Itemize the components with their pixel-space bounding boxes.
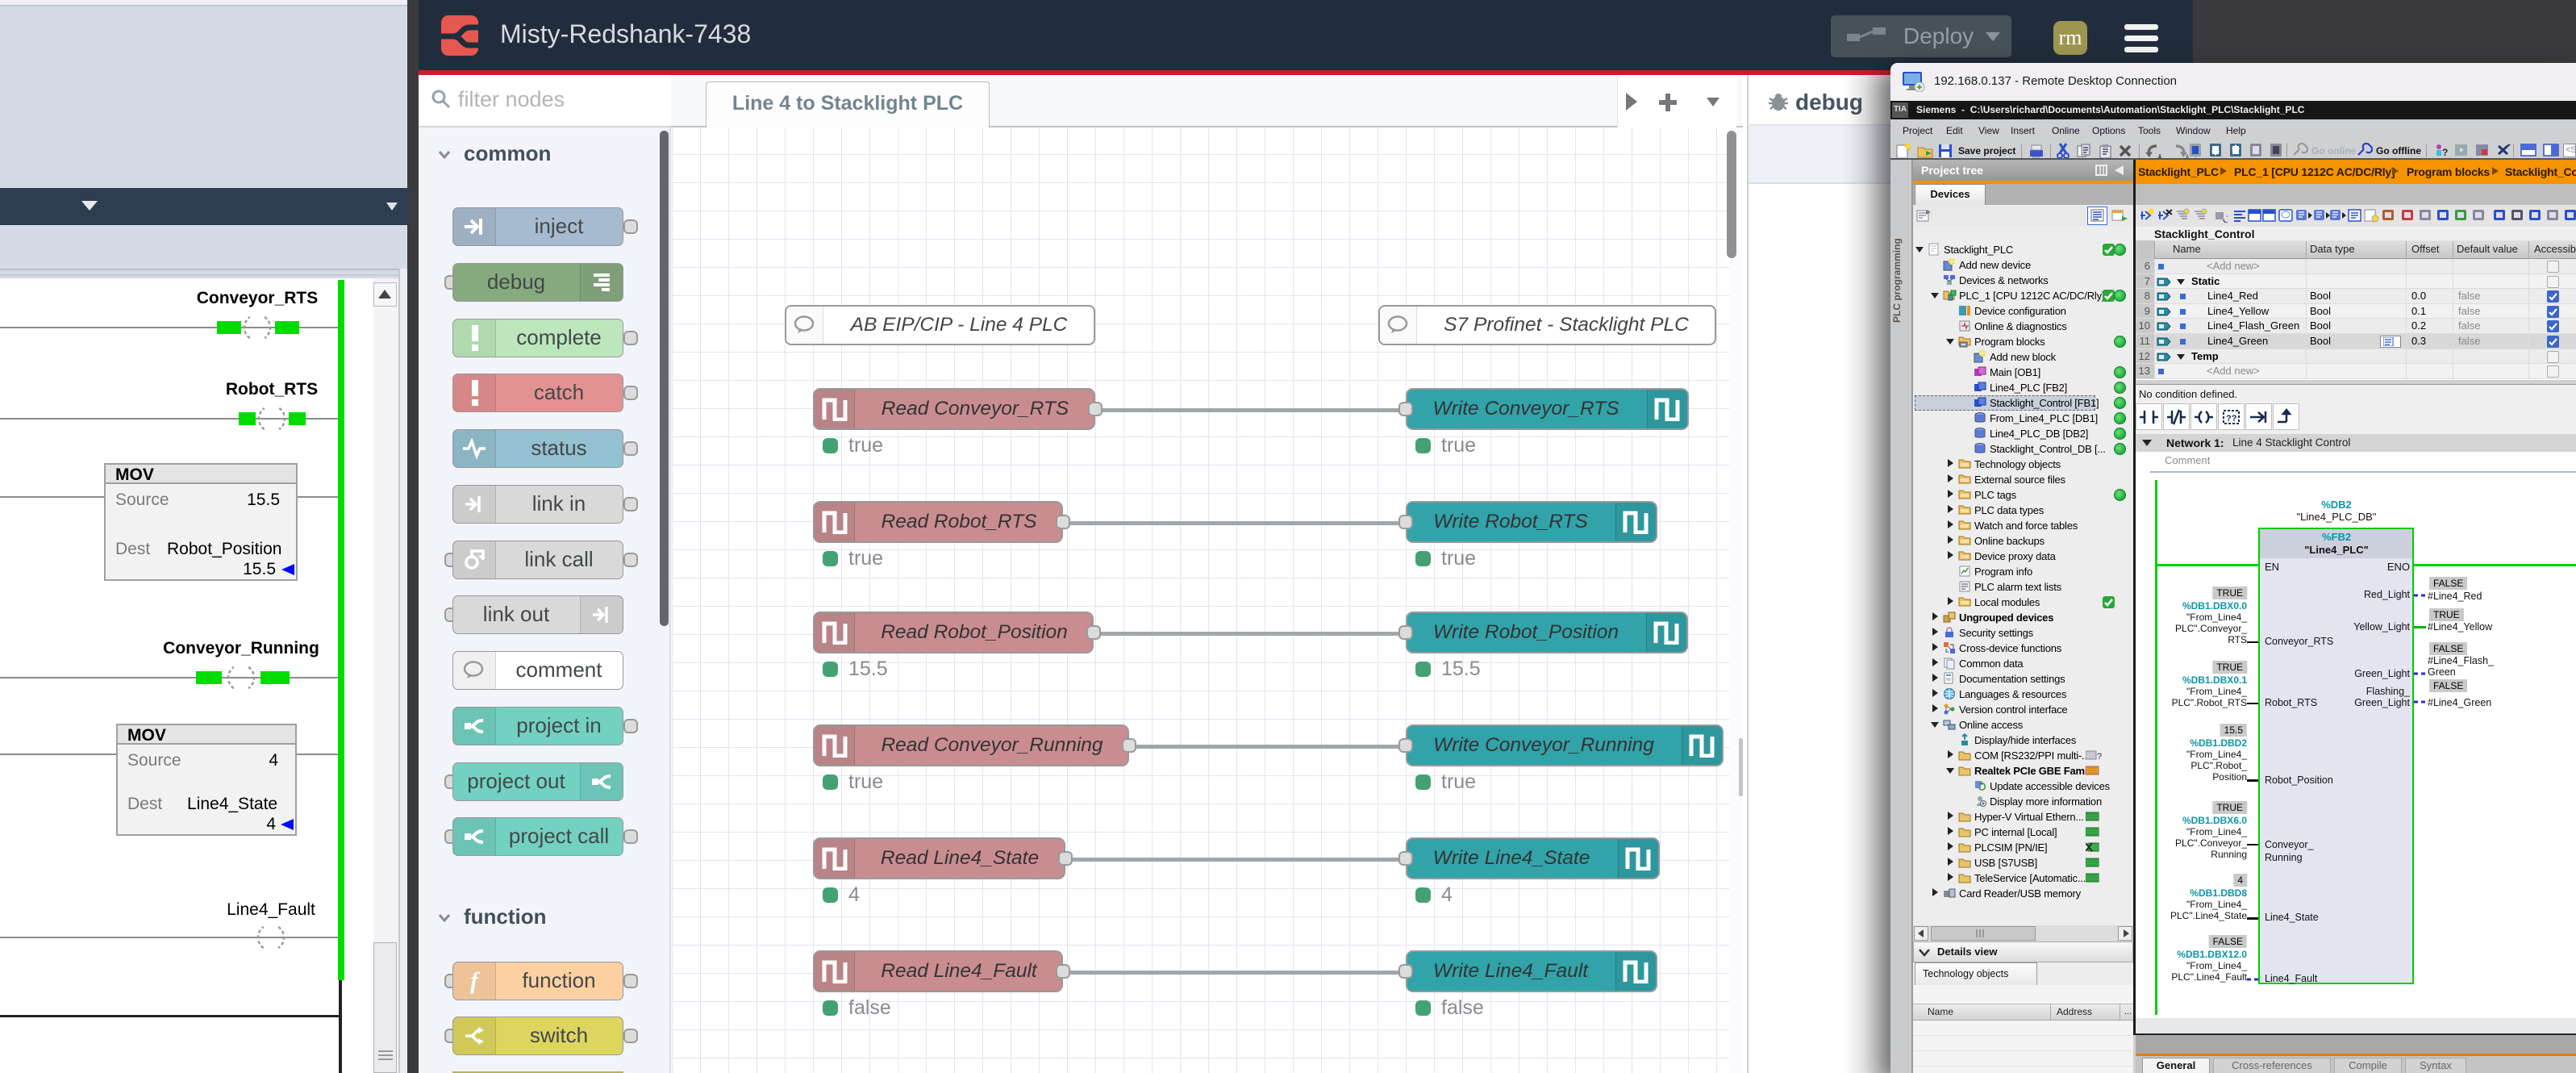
svg-text:?: ?	[2097, 752, 2102, 761]
svg-text:?: ?	[2442, 147, 2448, 158]
svg-text:??: ??	[2226, 414, 2237, 424]
